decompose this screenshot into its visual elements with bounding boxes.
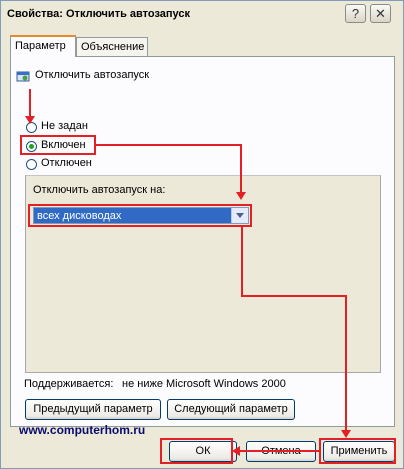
radio-disabled[interactable] xyxy=(26,159,37,170)
setting-label: Отключить автозапуск на: xyxy=(33,184,166,196)
properties-dialog: Свойства: Отключить автозапуск ? ✕ Парам… xyxy=(0,0,404,469)
annotation-line xyxy=(96,144,242,146)
close-button[interactable]: ✕ xyxy=(370,4,391,23)
annotation-arrow-down-icon xyxy=(341,430,351,438)
policy-setting-icon xyxy=(16,71,30,82)
tab-explanation[interactable]: Объяснение xyxy=(76,37,148,56)
annotation-line xyxy=(29,89,31,117)
highlight-dropdown xyxy=(28,204,252,227)
help-button[interactable]: ? xyxy=(345,4,366,23)
highlight-apply-button xyxy=(319,438,396,464)
annotation-line xyxy=(239,450,319,452)
radio-disabled-label[interactable]: Отключен xyxy=(41,157,92,169)
annotation-line xyxy=(240,144,242,193)
next-setting-button[interactable]: Следующий параметр xyxy=(167,399,295,420)
policy-name: Отключить автозапуск xyxy=(35,69,150,81)
watermark-text: www.computerhom.ru xyxy=(19,423,146,437)
annotation-line xyxy=(241,227,243,296)
supported-value: не ниже Microsoft Windows 2000 xyxy=(122,378,286,390)
radio-not-configured-label[interactable]: Не задан xyxy=(41,120,88,132)
annotation-arrow-down-icon xyxy=(25,116,35,124)
annotation-arrow-down-icon xyxy=(236,192,246,200)
annotation-line xyxy=(241,295,346,297)
highlight-ok-button xyxy=(160,438,233,464)
tab-parameter[interactable]: Параметр xyxy=(10,35,76,57)
title-bar[interactable]: Свойства: Отключить автозапуск ? ✕ xyxy=(1,1,403,27)
annotation-arrow-left-icon xyxy=(232,446,240,456)
supported-label: Поддерживается: xyxy=(24,378,114,390)
annotation-line xyxy=(345,295,347,431)
window-title: Свойства: Отключить автозапуск xyxy=(7,8,191,20)
highlight-enabled-option xyxy=(20,135,96,155)
previous-setting-button[interactable]: Предыдущий параметр xyxy=(25,399,161,420)
